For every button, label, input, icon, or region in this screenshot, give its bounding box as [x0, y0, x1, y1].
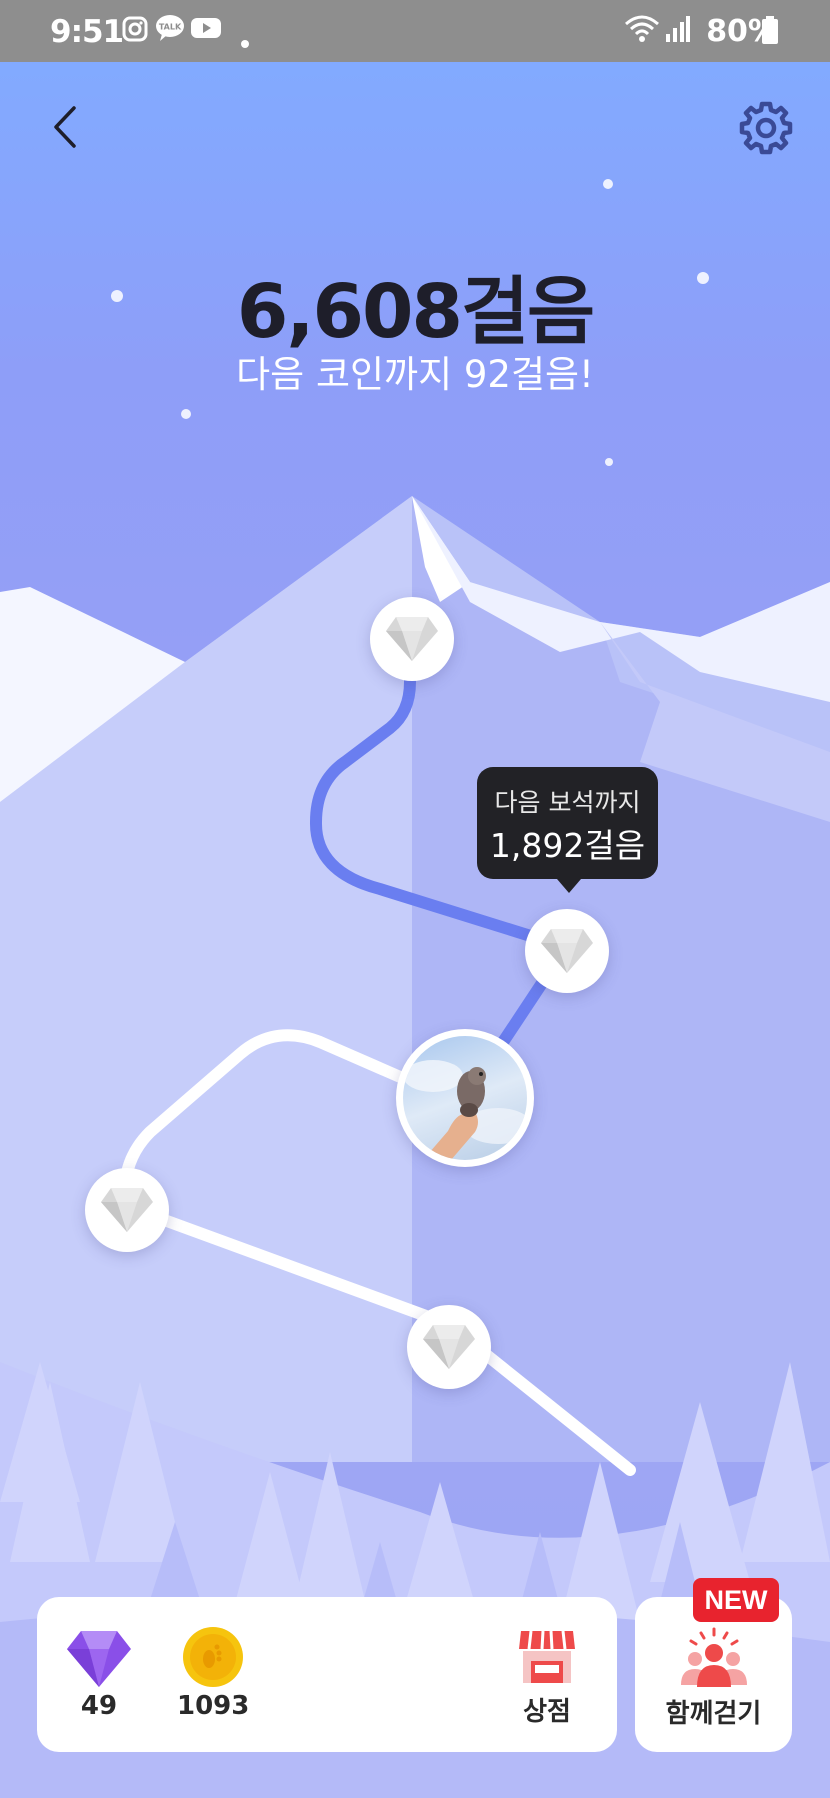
- gem-count: 49: [80, 1691, 118, 1721]
- diamond-icon: [423, 1325, 475, 1369]
- new-badge: NEW: [693, 1578, 779, 1622]
- youtube-icon: [191, 16, 221, 44]
- coin-count-item[interactable]: 1093: [177, 1627, 249, 1721]
- dot-icon: [240, 34, 250, 53]
- kakaotalk-icon: TALK: [155, 14, 185, 46]
- gem-checkpoint[interactable]: [525, 909, 609, 993]
- gear-icon: [739, 101, 793, 155]
- gem-count-item[interactable]: 49: [67, 1627, 131, 1721]
- user-avatar[interactable]: [396, 1029, 534, 1167]
- chevron-left-icon: [54, 106, 76, 148]
- signal-icon: [666, 14, 690, 48]
- diamond-icon: [101, 1188, 153, 1232]
- avatar-photo: [403, 1036, 527, 1160]
- wifi-icon: [624, 14, 660, 48]
- diamond-icon: [541, 929, 593, 973]
- next-coin-message: 다음 코인까지 92걸음!: [236, 353, 594, 396]
- diamond-icon: [67, 1631, 131, 1687]
- walk-together-label: 함께걷기: [665, 1699, 762, 1729]
- gem-checkpoint[interactable]: [407, 1305, 491, 1389]
- settings-button[interactable]: [738, 100, 794, 156]
- shop-label: 상점: [523, 1697, 571, 1727]
- group-icon: [680, 1627, 747, 1687]
- instagram-icon: [122, 16, 148, 46]
- tooltip-steps: 1,892걸음: [489, 826, 646, 865]
- walking-map: 6,608걸음 다음 코인까지 92걸음! 다음 보석까지 1,892걸음: [0, 62, 830, 1798]
- total-steps: 6,608걸음: [236, 269, 595, 355]
- status-bar: 9:51 TALK 80%: [0, 0, 830, 62]
- store-icon: [519, 1630, 575, 1683]
- next-gem-tooltip: 다음 보석까지 1,892걸음: [477, 767, 658, 893]
- tooltip-label: 다음 보석까지: [494, 788, 641, 817]
- battery-icon: [762, 16, 778, 48]
- shop-button[interactable]: 상점: [515, 1627, 579, 1728]
- svg-text:TALK: TALK: [159, 23, 182, 32]
- gem-checkpoint[interactable]: [85, 1168, 169, 1252]
- diamond-icon: [386, 617, 438, 661]
- coin-icon: [183, 1627, 243, 1687]
- walk-together-item: 함께걷기: [635, 1627, 792, 1730]
- back-button[interactable]: [46, 102, 86, 152]
- coin-count: 1093: [177, 1691, 250, 1721]
- gem-checkpoint[interactable]: [370, 597, 454, 681]
- wallet-panel: 49 1093 상점: [37, 1597, 617, 1752]
- status-time: 9:51: [50, 14, 124, 50]
